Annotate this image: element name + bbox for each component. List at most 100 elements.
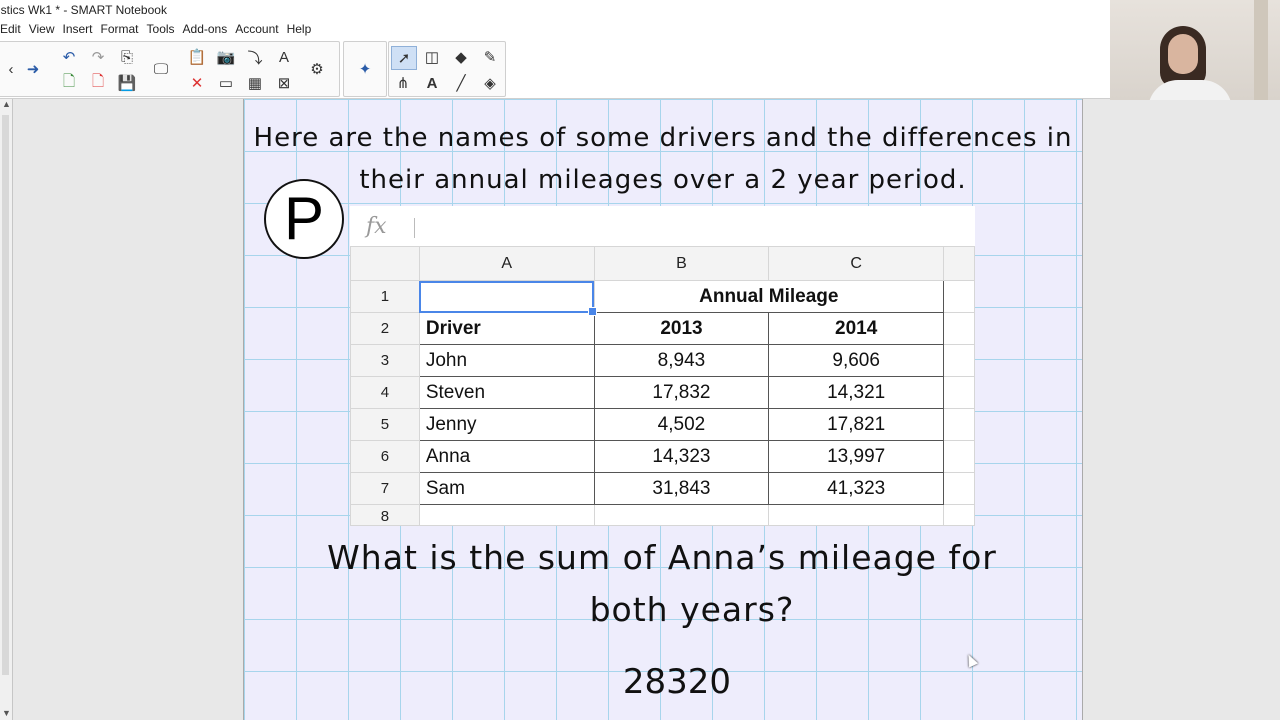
column-header-a: A	[418, 246, 595, 281]
year-2013-header: 2013	[593, 312, 770, 345]
mileage-2013: 8,943	[593, 344, 770, 377]
fx-label: fx	[366, 214, 387, 239]
selected-cell-a1	[418, 280, 595, 313]
mileage-2014: 14,321	[768, 376, 945, 409]
presenter-body	[1148, 80, 1232, 100]
table-row: 2 Driver 2013 2014	[350, 312, 975, 345]
picture-frame	[1254, 0, 1268, 100]
table-row: 8	[350, 504, 975, 526]
mileage-2014: 41,323	[768, 472, 945, 505]
empty-cell	[943, 504, 975, 526]
menu-add-ons[interactable]: Add-ons	[179, 20, 232, 38]
image-icon[interactable]: ⊠	[272, 72, 296, 94]
row-number: 4	[350, 376, 420, 409]
year-2014-header: 2014	[768, 312, 945, 345]
select-icon[interactable]: ➚	[391, 46, 417, 70]
screen-shade-icon[interactable]: 🖵	[149, 58, 173, 80]
pen-icon[interactable]: ✎	[478, 46, 502, 68]
column-header-c: C	[768, 246, 945, 281]
heading-line-1: Here are the names of some drivers and t…	[253, 123, 1073, 153]
eraser-icon[interactable]: ◈	[478, 72, 502, 94]
corner-cell	[350, 246, 420, 281]
redo-icon[interactable]: ↷	[86, 46, 110, 68]
tools-icon[interactable]: ⚙	[305, 58, 329, 80]
empty-cell	[943, 408, 975, 441]
row-number: 8	[350, 504, 420, 526]
driver-name: Sam	[418, 472, 595, 505]
table-icon[interactable]: ▦	[243, 72, 267, 94]
empty-cell	[943, 312, 975, 345]
toolbar-main-group: ‹ ➜ ↶ ↷ ⎘ 🗋 🗋 💾 🖵 📋 📷 ⤵ A ✕ ▭ ▦ ⊠ ⚙	[0, 41, 340, 97]
undo-icon[interactable]: ↶	[57, 46, 81, 68]
text-icon[interactable]: A	[420, 72, 444, 94]
fill-icon[interactable]: ◆	[449, 46, 473, 68]
empty-cell	[593, 504, 770, 526]
add-page-icon[interactable]: 🗋	[57, 72, 81, 94]
puzzle-icon[interactable]: ✦	[353, 58, 377, 80]
toolbar: ‹ ➜ ↶ ↷ ⎘ 🗋 🗋 💾 🖵 📋 📷 ⤵ A ✕ ▭ ▦ ⊠ ⚙ ✦ ➚ …	[0, 38, 1110, 99]
capture-icon[interactable]: ⤵	[243, 46, 267, 68]
empty-cell	[418, 504, 595, 526]
answer-text[interactable]: 28320	[243, 662, 1111, 702]
menu-help[interactable]: Help	[283, 20, 316, 38]
paste-icon[interactable]: 📋	[185, 46, 209, 68]
row-number: 3	[350, 344, 420, 377]
scroll-track[interactable]	[2, 115, 9, 675]
table-row: 7 Sam 31,843 41,323	[350, 472, 975, 505]
empty-cell	[943, 280, 975, 313]
menu-edit[interactable]: Edit	[0, 20, 25, 38]
spreadsheet-image: fx A B C 1 Annual Mileage 2 Driver 2013 …	[350, 206, 975, 526]
driver-name: John	[418, 344, 595, 377]
menu-account[interactable]: Account	[231, 20, 282, 38]
empty-cell	[943, 344, 975, 377]
driver-name: Anna	[418, 440, 595, 473]
webcam-overlay	[1110, 0, 1280, 100]
empty-cell	[943, 376, 975, 409]
title-bar: atistics Wk1 * - SMART Notebook	[0, 0, 1110, 20]
forward-arrow-icon[interactable]: ➜	[21, 58, 45, 80]
line-icon[interactable]: ╱	[449, 72, 473, 94]
driver-name: Steven	[418, 376, 595, 409]
measure-icon[interactable]: ⋔	[391, 72, 415, 94]
scroll-down-icon[interactable]: ▼	[2, 708, 11, 718]
mileage-2014: 17,821	[768, 408, 945, 441]
row-number: 7	[350, 472, 420, 505]
row-number: 5	[350, 408, 420, 441]
shape-icon[interactable]: ◫	[420, 46, 444, 68]
presenter-face	[1168, 34, 1198, 74]
mileage-2013: 14,323	[593, 440, 770, 473]
empty-cell	[768, 504, 945, 526]
menu-format[interactable]: Format	[97, 20, 143, 38]
display-icon[interactable]: ▭	[214, 72, 238, 94]
mileage-2013: 4,502	[593, 408, 770, 441]
back-icon[interactable]: ‹	[0, 58, 23, 80]
toolbar-addon-group: ✦	[343, 41, 387, 97]
driver-header: Driver	[418, 312, 595, 345]
mileage-2013: 17,832	[593, 376, 770, 409]
column-header-b: B	[593, 246, 770, 281]
heading-line-2: their annual mileages over a 2 year peri…	[359, 165, 967, 195]
fill-handle	[588, 307, 597, 316]
formula-cursor	[414, 218, 415, 238]
menu-view[interactable]: View	[25, 20, 59, 38]
p-badge: P	[264, 179, 344, 259]
camera-icon[interactable]: 📷	[214, 46, 238, 68]
delete-icon[interactable]: ✕	[185, 72, 209, 94]
table-row: 3 John 8,943 9,606	[350, 344, 975, 377]
mileage-2014: 13,997	[768, 440, 945, 473]
save-icon[interactable]: 💾	[115, 72, 139, 94]
column-header-row: A B C	[350, 246, 975, 281]
table-row: 5 Jenny 4,502 17,821	[350, 408, 975, 441]
delete-page-icon[interactable]: 🗋	[86, 72, 110, 94]
menu-bar: Edit View Insert Format Tools Add-ons Account H…	[0, 20, 1110, 38]
open-icon[interactable]: ⎘	[115, 46, 139, 68]
driver-name: Jenny	[418, 408, 595, 441]
menu-insert[interactable]: Insert	[58, 20, 96, 38]
scroll-up-icon[interactable]: ▲	[2, 99, 11, 109]
table-row: 4 Steven 17,832 14,321	[350, 376, 975, 409]
menu-tools[interactable]: Tools	[143, 20, 179, 38]
page-sorter-scrollbar[interactable]: ▲ ▼	[0, 99, 13, 720]
table-row: 6 Anna 14,323 13,997	[350, 440, 975, 473]
spellcheck-icon[interactable]: A	[272, 46, 296, 68]
question-line-1: What is the sum of Anna’s mileage for	[327, 538, 997, 577]
